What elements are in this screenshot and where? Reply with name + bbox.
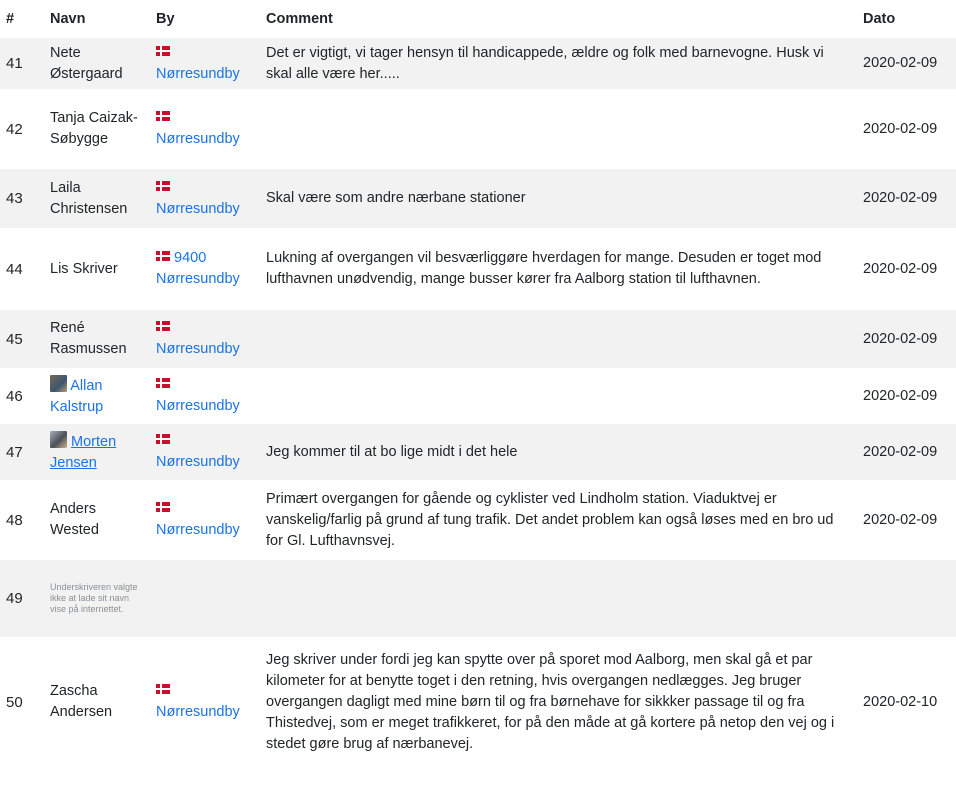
denmark-flag-icon [156, 111, 170, 121]
signed-date: 2020-02-09 [857, 38, 956, 89]
signed-date: 2020-02-09 [863, 120, 938, 137]
col-header-city: By [156, 11, 175, 27]
signer-city: Nørresundby [150, 368, 260, 424]
table-row: 48 Anders Wested Nørresundby Primært ove… [0, 480, 956, 560]
postcode-link[interactable]: 9400 [174, 250, 206, 266]
row-number: 49 [0, 560, 44, 637]
city-link[interactable]: Nørresundby [156, 398, 240, 414]
comment-text: Skal være som andre nærbane stationer [260, 169, 857, 228]
hidden-name-notice: Underskriveren valgte ikke at lade sit n… [50, 582, 138, 614]
denmark-flag-icon [156, 378, 170, 388]
signer-name: Zascha Andersen [50, 683, 113, 720]
col-header-date: Dato [863, 11, 896, 27]
user-avatar [50, 430, 67, 448]
table-row: 45 René Rasmussen Nørresundby 2020-02-09 [0, 310, 956, 368]
signer-name: Laila Christensen [44, 169, 150, 228]
table-row: 42 Tanja Caizak-Søbygge Nørresundby 2020… [0, 89, 956, 169]
denmark-flag-icon [156, 45, 170, 56]
signer-city: Nørresundby [150, 310, 260, 368]
row-number: 50 [6, 693, 23, 711]
signer-city: Nørresundby [150, 424, 260, 480]
signer-name: René Rasmussen [44, 310, 150, 368]
header-row: # Navn By Comment Dato [0, 0, 956, 38]
signer-city: Nørresundby [150, 89, 260, 169]
city-link[interactable]: Nørresundby [156, 522, 240, 538]
row-number: 43 [0, 169, 44, 228]
table-row: 41 Nete Østergaard Nørresundby Det er vi… [0, 38, 956, 89]
denmark-flag-icon [156, 434, 170, 444]
row-number: 42 [6, 120, 23, 138]
table-row: 44 Lis Skriver 9400 Nørresundby Lukning a… [0, 228, 956, 310]
signer-name: Allan Kalstrup [44, 368, 150, 424]
signed-date: 2020-02-09 [857, 169, 956, 228]
signed-date [857, 560, 956, 637]
denmark-flag-icon [156, 502, 170, 512]
col-header-num: # [6, 11, 15, 27]
comment-text: Jeg kommer til at bo lige midt i det hel… [260, 424, 857, 480]
city-link[interactable]: Nørresundby [156, 454, 240, 470]
signer-name: Lis Skriver [50, 260, 118, 277]
user-avatar [50, 374, 67, 392]
signer-name: Tanja Caizak-Søbygge [50, 110, 138, 147]
comment-text: Lukning af overgangen vil besværliggøre … [266, 250, 822, 287]
city-link[interactable]: Nørresundby [156, 704, 240, 720]
signer-city [150, 560, 260, 637]
city-link[interactable]: Nørresundby [156, 131, 240, 147]
signer-city: Nørresundby [150, 480, 260, 560]
comment-text [260, 368, 857, 424]
signer-city: 9400 Nørresundby [150, 228, 260, 310]
signatures-table: # Navn By Comment Dato 41 Nete Østergaar… [0, 0, 956, 767]
signer-name: Nete Østergaard [44, 38, 150, 89]
row-number: 41 [0, 38, 44, 89]
col-header-name: Navn [50, 11, 86, 27]
signer-name-hidden: Underskriveren valgte ikke at lade sit n… [44, 560, 150, 637]
table-row: 50 Zascha Andersen Nørresundby Jeg skriv… [0, 637, 956, 767]
signed-date: 2020-02-09 [863, 387, 938, 404]
col-header-comment: Comment [266, 11, 333, 27]
denmark-flag-icon [156, 684, 170, 694]
row-number: 45 [0, 310, 44, 368]
signed-date: 2020-02-09 [857, 424, 956, 480]
table-row: 47 Morten Jensen Nørresundby Jeg kommer … [0, 424, 956, 480]
comment-text [260, 89, 857, 169]
row-number: 46 [6, 387, 23, 405]
table-row: 46 Allan Kalstrup Nørresundby 2020-02-09 [0, 368, 956, 424]
denmark-flag-icon [156, 321, 170, 331]
signer-city: Nørresundby [150, 637, 260, 767]
row-number: 47 [0, 424, 44, 480]
denmark-flag-icon [156, 180, 170, 191]
comment-text: Primært overgangen for gående og cyklist… [266, 490, 834, 549]
table-row: 43 Laila Christensen Nørresundby Skal væ… [0, 169, 956, 228]
row-number: 48 [6, 511, 23, 529]
signer-city: Nørresundby [150, 38, 260, 89]
city-link[interactable]: Nørresundby [156, 66, 240, 82]
city-link[interactable]: Nørresundby [156, 271, 240, 287]
comment-text: Jeg skriver under fordi jeg kan spytte o… [266, 651, 835, 752]
signed-date: 2020-02-09 [863, 511, 938, 528]
comment-text [260, 560, 857, 637]
signed-date: 2020-02-09 [857, 310, 956, 368]
signer-name: Anders Wested [50, 501, 99, 538]
signed-date: 2020-02-10 [863, 693, 938, 710]
city-link[interactable]: Nørresundby [156, 341, 240, 357]
signer-name: Morten Jensen [44, 424, 150, 480]
signer-city: Nørresundby [150, 169, 260, 228]
signed-date: 2020-02-09 [863, 260, 938, 277]
comment-text: Det er vigtigt, vi tager hensyn til hand… [260, 38, 857, 89]
row-number: 44 [6, 260, 23, 278]
comment-text [260, 310, 857, 368]
city-link[interactable]: Nørresundby [156, 201, 240, 217]
table-row: 49 Underskriveren valgte ikke at lade si… [0, 560, 956, 637]
denmark-flag-icon [156, 251, 170, 261]
